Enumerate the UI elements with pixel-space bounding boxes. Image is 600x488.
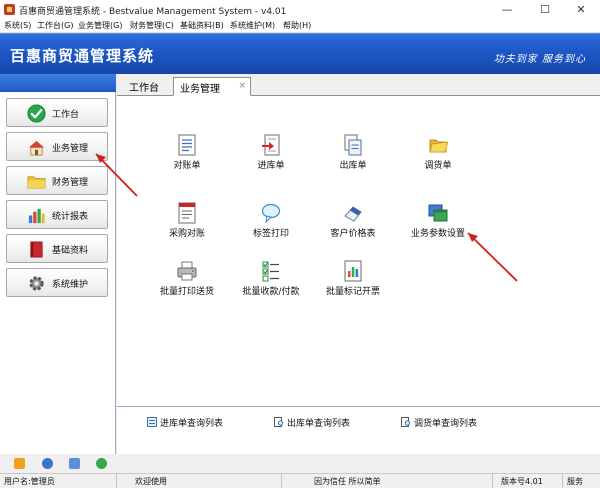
close-window-button[interactable]: ✕ <box>562 0 600 19</box>
status-version: 版本号4.01 <box>493 474 563 488</box>
sidebar-item-reports[interactable]: 统计报表 <box>6 200 108 229</box>
note-icon[interactable] <box>14 458 25 469</box>
maximize-button[interactable]: ☐ <box>526 0 564 19</box>
customer-price-button[interactable]: 客户价格表 <box>308 202 398 242</box>
sidebar-item-finance[interactable]: 财务管理 <box>6 166 108 195</box>
sidebar-item-label: 工作台 <box>52 110 80 120</box>
menu-basic-data[interactable]: 基础资料(B) <box>180 20 224 31</box>
sidebar-item-label: 基础资料 <box>52 246 89 256</box>
tab-business-label: 业务管理 <box>180 84 220 95</box>
check-circle-icon <box>27 104 46 123</box>
printer-icon <box>177 261 197 281</box>
window-icon[interactable] <box>69 458 80 469</box>
workspace-panel: 对账单 进库单 出库单 调货单 采购对账 标签打印 客户价格表 业务参数设置 批… <box>117 96 600 406</box>
refresh-icon[interactable] <box>96 458 107 469</box>
menu-business[interactable]: 业务管理(G) <box>78 20 122 31</box>
menu-maintenance[interactable]: 系统维护(M) <box>230 20 275 31</box>
status-motto: 因为信任 所以简单 <box>282 474 493 488</box>
sidebar: 工作台 业务管理 财务管理 统计报表 基础资料 系统维护 <box>0 74 116 454</box>
sidebar-item-label: 系统维护 <box>52 280 89 290</box>
stock-in-list-link[interactable]: 进库单查询列表 <box>147 416 223 429</box>
menu-bar: 系统(S) 工作台(G) 业务管理(G) 财务管理(C) 基础资料(B) 系统维… <box>0 19 600 33</box>
status-user: 用户名:管理员 <box>0 474 117 488</box>
stock-out-label: 出库单 <box>339 161 367 171</box>
status-service: 服务 <box>567 477 583 486</box>
purchase-reconcile-button[interactable]: 采购对账 <box>142 202 232 242</box>
transfer-label: 调货单 <box>424 161 452 171</box>
tab-business-active[interactable]: 业务管理 × <box>173 77 251 96</box>
banner-slogan: 功夫到家 服务到心 <box>493 54 586 65</box>
business-settings-button[interactable]: 业务参数设置 <box>393 202 483 242</box>
clock-icon[interactable] <box>42 458 53 469</box>
folder-open-icon <box>429 139 448 153</box>
batch-payment-button[interactable]: 批量收款/付款 <box>226 260 316 300</box>
stock-in-button[interactable]: 进库单 <box>226 134 316 174</box>
document-report-icon <box>178 202 196 224</box>
reconcile-button[interactable]: 对账单 <box>142 134 232 174</box>
sidebar-footer <box>0 454 117 473</box>
windows-icon <box>428 204 448 222</box>
list-icon <box>147 417 157 427</box>
stock-out-list-link[interactable]: 出库单查询列表 <box>274 416 350 429</box>
gear-icon <box>29 276 44 291</box>
banner-title: 百惠商贸通管理系统 <box>10 47 155 65</box>
batch-print-button[interactable]: 批量打印送货 <box>142 260 232 300</box>
quick-links-panel: 进库单查询列表 出库单查询列表 调货单查询列表 <box>117 406 600 454</box>
sidebar-item-label: 统计报表 <box>52 212 89 222</box>
app-logo-icon <box>4 4 15 15</box>
sidebar-header <box>0 74 116 92</box>
document-list-icon <box>178 134 196 156</box>
business-settings-label: 业务参数设置 <box>410 229 465 239</box>
batch-payment-label: 批量收款/付款 <box>242 287 300 297</box>
sidebar-item-workbench[interactable]: 工作台 <box>6 98 108 127</box>
minimize-button[interactable]: — <box>488 0 526 19</box>
purchase-reconcile-label: 采购对账 <box>168 229 205 239</box>
label-print-label: 标签打印 <box>252 229 289 239</box>
sidebar-item-label: 财务管理 <box>52 178 89 188</box>
transfer-list-link[interactable]: 调货单查询列表 <box>401 416 477 429</box>
search-list-icon <box>401 417 411 427</box>
eraser-icon <box>344 206 362 222</box>
document-import-icon <box>262 134 280 156</box>
window-title: 百惠商贸通管理系统 - Bestvalue Management System … <box>19 7 287 17</box>
folder-icon <box>27 176 46 189</box>
sidebar-item-label: 业务管理 <box>52 144 89 154</box>
transfer-list-label: 调货单查询列表 <box>414 419 478 429</box>
bar-chart-icon <box>28 208 45 224</box>
batch-invoice-button[interactable]: 批量标记开票 <box>308 260 398 300</box>
search-list-icon <box>274 417 284 427</box>
house-icon <box>28 140 45 156</box>
menu-system[interactable]: 系统(S) <box>4 20 31 31</box>
stock-in-list-label: 进库单查询列表 <box>160 419 224 429</box>
tab-workbench[interactable]: 工作台 <box>123 77 165 96</box>
stock-out-button[interactable]: 出库单 <box>308 134 398 174</box>
documents-copy-icon <box>344 134 362 156</box>
stock-in-label: 进库单 <box>257 161 285 171</box>
customer-price-label: 客户价格表 <box>330 229 376 239</box>
reconcile-label: 对账单 <box>173 161 201 171</box>
checklist-icon <box>262 261 279 282</box>
stock-out-list-label: 出库单查询列表 <box>287 419 351 429</box>
label-print-button[interactable]: 标签打印 <box>226 202 316 242</box>
menu-help[interactable]: 帮助(H) <box>283 20 311 31</box>
status-welcome: 欢迎使用 <box>117 474 282 488</box>
batch-invoice-label: 批量标记开票 <box>325 287 380 297</box>
status-bar: 用户名:管理员 欢迎使用 因为信任 所以简单 版本号4.01 服务 <box>0 473 600 488</box>
tab-strip: 工作台 业务管理 × <box>117 74 600 96</box>
menu-workbench[interactable]: 工作台(G) <box>37 20 73 31</box>
tab-close-button[interactable]: × <box>238 81 246 91</box>
document-chart-icon <box>344 260 362 282</box>
title-bar: 百惠商贸通管理系统 - Bestvalue Management System … <box>0 0 600 19</box>
batch-print-label: 批量打印送货 <box>159 287 214 297</box>
sidebar-item-basic-data[interactable]: 基础资料 <box>6 234 108 263</box>
transfer-button[interactable]: 调货单 <box>393 134 483 174</box>
app-banner: 百惠商贸通管理系统 功夫到家 服务到心 <box>0 33 600 74</box>
sidebar-item-maintenance[interactable]: 系统维护 <box>6 268 108 297</box>
menu-finance[interactable]: 财务管理(C) <box>130 20 174 31</box>
speech-bubble-icon <box>261 203 281 224</box>
sidebar-item-business[interactable]: 业务管理 <box>6 132 108 161</box>
book-icon <box>30 241 43 258</box>
